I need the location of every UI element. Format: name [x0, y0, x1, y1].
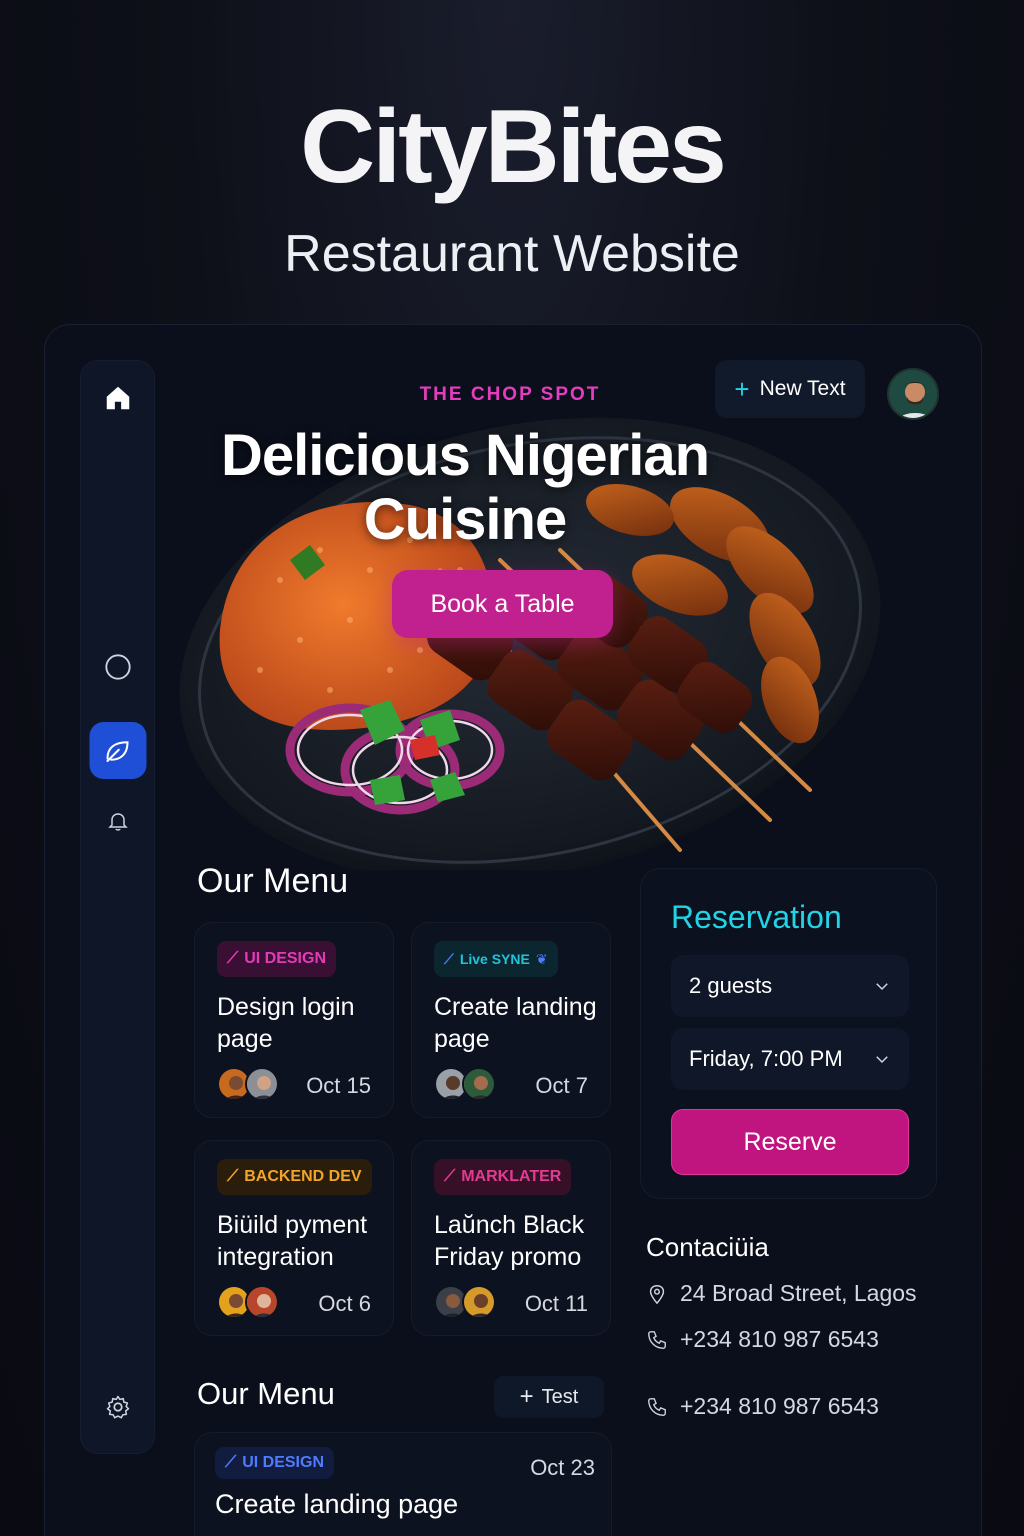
home-icon[interactable]: [103, 383, 133, 413]
hero-headline: Delicious Nigerian Cuisine: [190, 424, 740, 552]
bell-icon[interactable]: [106, 809, 130, 833]
time-value: Friday, 7:00 PM: [689, 1046, 843, 1071]
reservation-title: Reservation: [671, 899, 842, 935]
chevron-down-icon: [876, 983, 888, 991]
avatar: [462, 1285, 496, 1319]
hero-kicker: THE CHOP SPOT: [419, 384, 601, 405]
tag-label: UI DESIGN: [242, 1454, 324, 1471]
tag-label: BACKEND DEV: [244, 1168, 362, 1185]
reserve-button[interactable]: Reserve: [671, 1109, 909, 1175]
card-title: Laŭnch Black Friday promo: [434, 1211, 585, 1271]
due-date: Oct 6: [318, 1291, 371, 1316]
assignee-avatars: [434, 1067, 496, 1101]
category-tag: ⟋ UI DESIGN: [215, 1447, 334, 1479]
chevron-down-icon: [876, 1056, 888, 1064]
menu-card[interactable]: ⟋ UI DESIGN Design login page Oct 15: [194, 922, 394, 1118]
tag-label: MARKLATER: [461, 1168, 562, 1185]
location-pin-icon: [649, 1284, 665, 1304]
book-table-button[interactable]: Book a Table: [392, 570, 613, 638]
guests-select[interactable]: 2 guests: [671, 955, 909, 1017]
due-date: Oct 11: [524, 1291, 588, 1316]
brush-icon: ⟋: [444, 1168, 456, 1185]
menu2-section-title: Our Menu: [197, 1376, 335, 1411]
leaf-icon: ❦: [535, 950, 548, 967]
card-title: Create landing page: [434, 993, 597, 1053]
card-title: Biüild pyment integration: [217, 1211, 368, 1271]
circle-icon[interactable]: [104, 653, 132, 681]
avatar: [245, 1067, 279, 1101]
hero-headline-line1: Delicious Nigerian: [220, 423, 710, 488]
brush-icon: ⟋: [444, 950, 454, 967]
tag-label: Live SYNE: [459, 951, 530, 967]
contact-phone[interactable]: +234 810 987 6543: [646, 1393, 879, 1420]
hero-title: CityBites: [300, 89, 727, 205]
due-date: Oct 15: [306, 1073, 371, 1098]
time-select[interactable]: Friday, 7:00 PM: [671, 1028, 909, 1090]
avatar: [245, 1285, 279, 1319]
plus-icon: +: [519, 1383, 534, 1410]
user-avatar[interactable]: [887, 368, 939, 420]
assignee-avatars: [217, 1067, 279, 1101]
gear-icon[interactable]: [104, 1393, 132, 1421]
menu-card[interactable]: ⟋ MARKLATER Laŭnch Black Friday promo Oc…: [411, 1140, 611, 1336]
contact-phone[interactable]: +234 810 987 6543: [646, 1326, 879, 1353]
card-title: Design login page: [217, 993, 355, 1053]
assignee-avatars: [434, 1285, 496, 1319]
hero-headline-line2: Cuisine: [363, 487, 568, 552]
test-label: Test: [541, 1385, 579, 1408]
phone-icon: [648, 1397, 666, 1416]
leaf-icon[interactable]: [89, 722, 146, 779]
brush-icon: ⟋: [225, 1454, 237, 1471]
address-text: 24 Broad Street, Lagos: [680, 1280, 917, 1306]
category-tag: ⟋ BACKEND DEV: [217, 1159, 372, 1195]
avatar: [462, 1067, 496, 1101]
phone-text: +234 810 987 6543: [680, 1326, 879, 1352]
menu-card[interactable]: ⟋ BACKEND DEV Biüild pyment integration …: [194, 1140, 394, 1336]
assignee-avatars: [217, 1285, 279, 1319]
menu-card[interactable]: ⟋ UI DESIGN Oct 23 Create landing page: [194, 1432, 612, 1536]
sidebar: [80, 360, 155, 1454]
due-date: Oct 23: [530, 1455, 595, 1480]
brush-icon: ⟋: [227, 950, 239, 967]
menu-card[interactable]: ⟋ Live SYNE ❦ Create landing page Oct 7: [411, 922, 611, 1118]
menu-section-title: Our Menu: [197, 862, 349, 900]
due-date: Oct 7: [535, 1073, 588, 1098]
test-button[interactable]: + Test: [494, 1376, 604, 1418]
new-text-button[interactable]: + New Text: [715, 360, 865, 418]
guests-value: 2 guests: [689, 973, 773, 998]
phone-text: +234 810 987 6543: [680, 1393, 879, 1419]
phone-icon: [648, 1330, 666, 1349]
contact-address: 24 Broad Street, Lagos: [646, 1280, 917, 1307]
brush-icon: ⟋: [227, 1168, 239, 1185]
new-text-label: New Text: [759, 377, 846, 400]
card-title: Create landing page: [215, 1489, 459, 1519]
hero-subtitle: Restaurant Website: [284, 225, 740, 283]
plus-icon: +: [734, 374, 750, 404]
category-tag: ⟋ UI DESIGN: [217, 941, 336, 977]
contact-title: Contaciüia: [646, 1232, 769, 1262]
category-tag: ⟋ Live SYNE ❦: [434, 941, 558, 977]
tag-label: UI DESIGN: [244, 950, 326, 967]
category-tag: ⟋ MARKLATER: [434, 1159, 572, 1195]
reservation-panel: Reservation 2 guests Friday, 7:00 PM Res…: [640, 868, 937, 1199]
